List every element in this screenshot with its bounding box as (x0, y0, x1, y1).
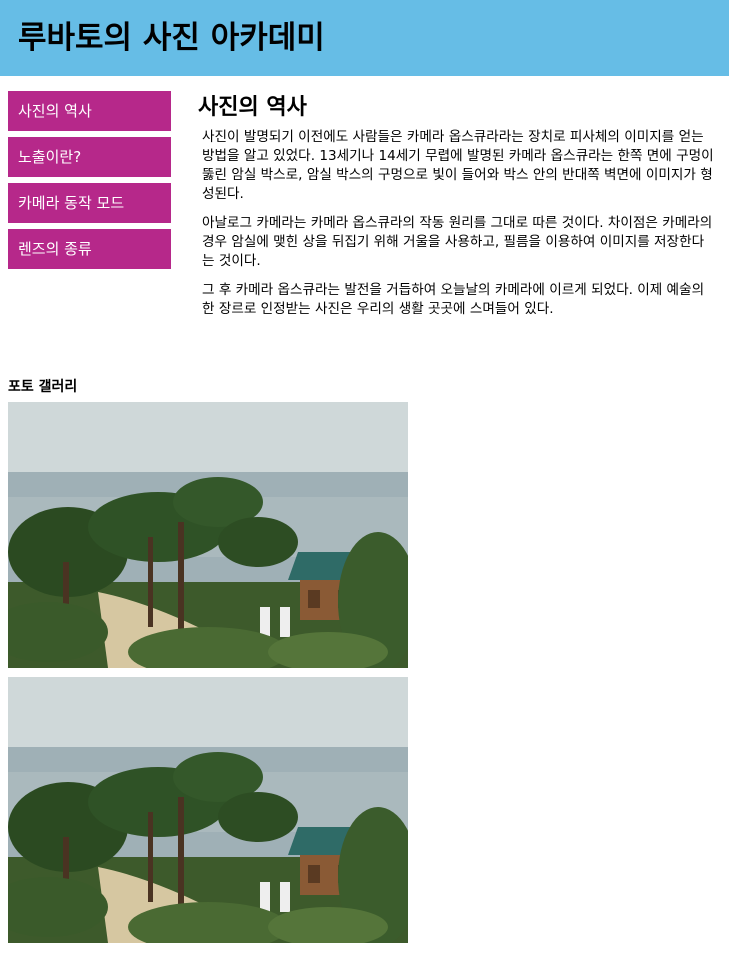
photo-gallery: 포토 갤러리 (8, 376, 408, 952)
gallery-title: 포토 갤러리 (8, 379, 78, 395)
paragraph: 아날로그 카메라는 카메라 옵스큐라의 작동 원리를 그대로 따른 것이다. 차… (202, 215, 713, 269)
nav-item-camera-modes[interactable]: 카메라 동작 모드 (8, 183, 171, 223)
side-nav: 사진의 역사 노출이란? 카메라 동작 모드 렌즈의 종류 (8, 91, 171, 275)
gallery-photo-2 (8, 677, 408, 943)
main-content: 사진의 역사 사진이 발명되기 이전에도 사람들은 카메라 옵스큐라라는 장치로… (198, 92, 714, 329)
coastal-pine-photo (8, 677, 408, 943)
site-header: 루바토의 사진 아카데미 (0, 0, 729, 76)
nav-item-history[interactable]: 사진의 역사 (8, 91, 171, 131)
nav-item-lens-types[interactable]: 렌즈의 종류 (8, 229, 171, 269)
section-title: 사진의 역사 (198, 95, 307, 120)
site-title: 루바토의 사진 아카데미 (18, 20, 325, 56)
gallery-photo-1 (8, 402, 408, 668)
paragraph: 그 후 카메라 옵스큐라는 발전을 거듭하여 오늘날의 카메라에 이르게 되었다… (202, 282, 705, 317)
coastal-pine-photo (8, 402, 408, 668)
nav-item-exposure[interactable]: 노출이란? (8, 137, 171, 177)
paragraph: 사진이 발명되기 이전에도 사람들은 카메라 옵스큐라라는 장치로 피사체의 이… (202, 129, 714, 202)
